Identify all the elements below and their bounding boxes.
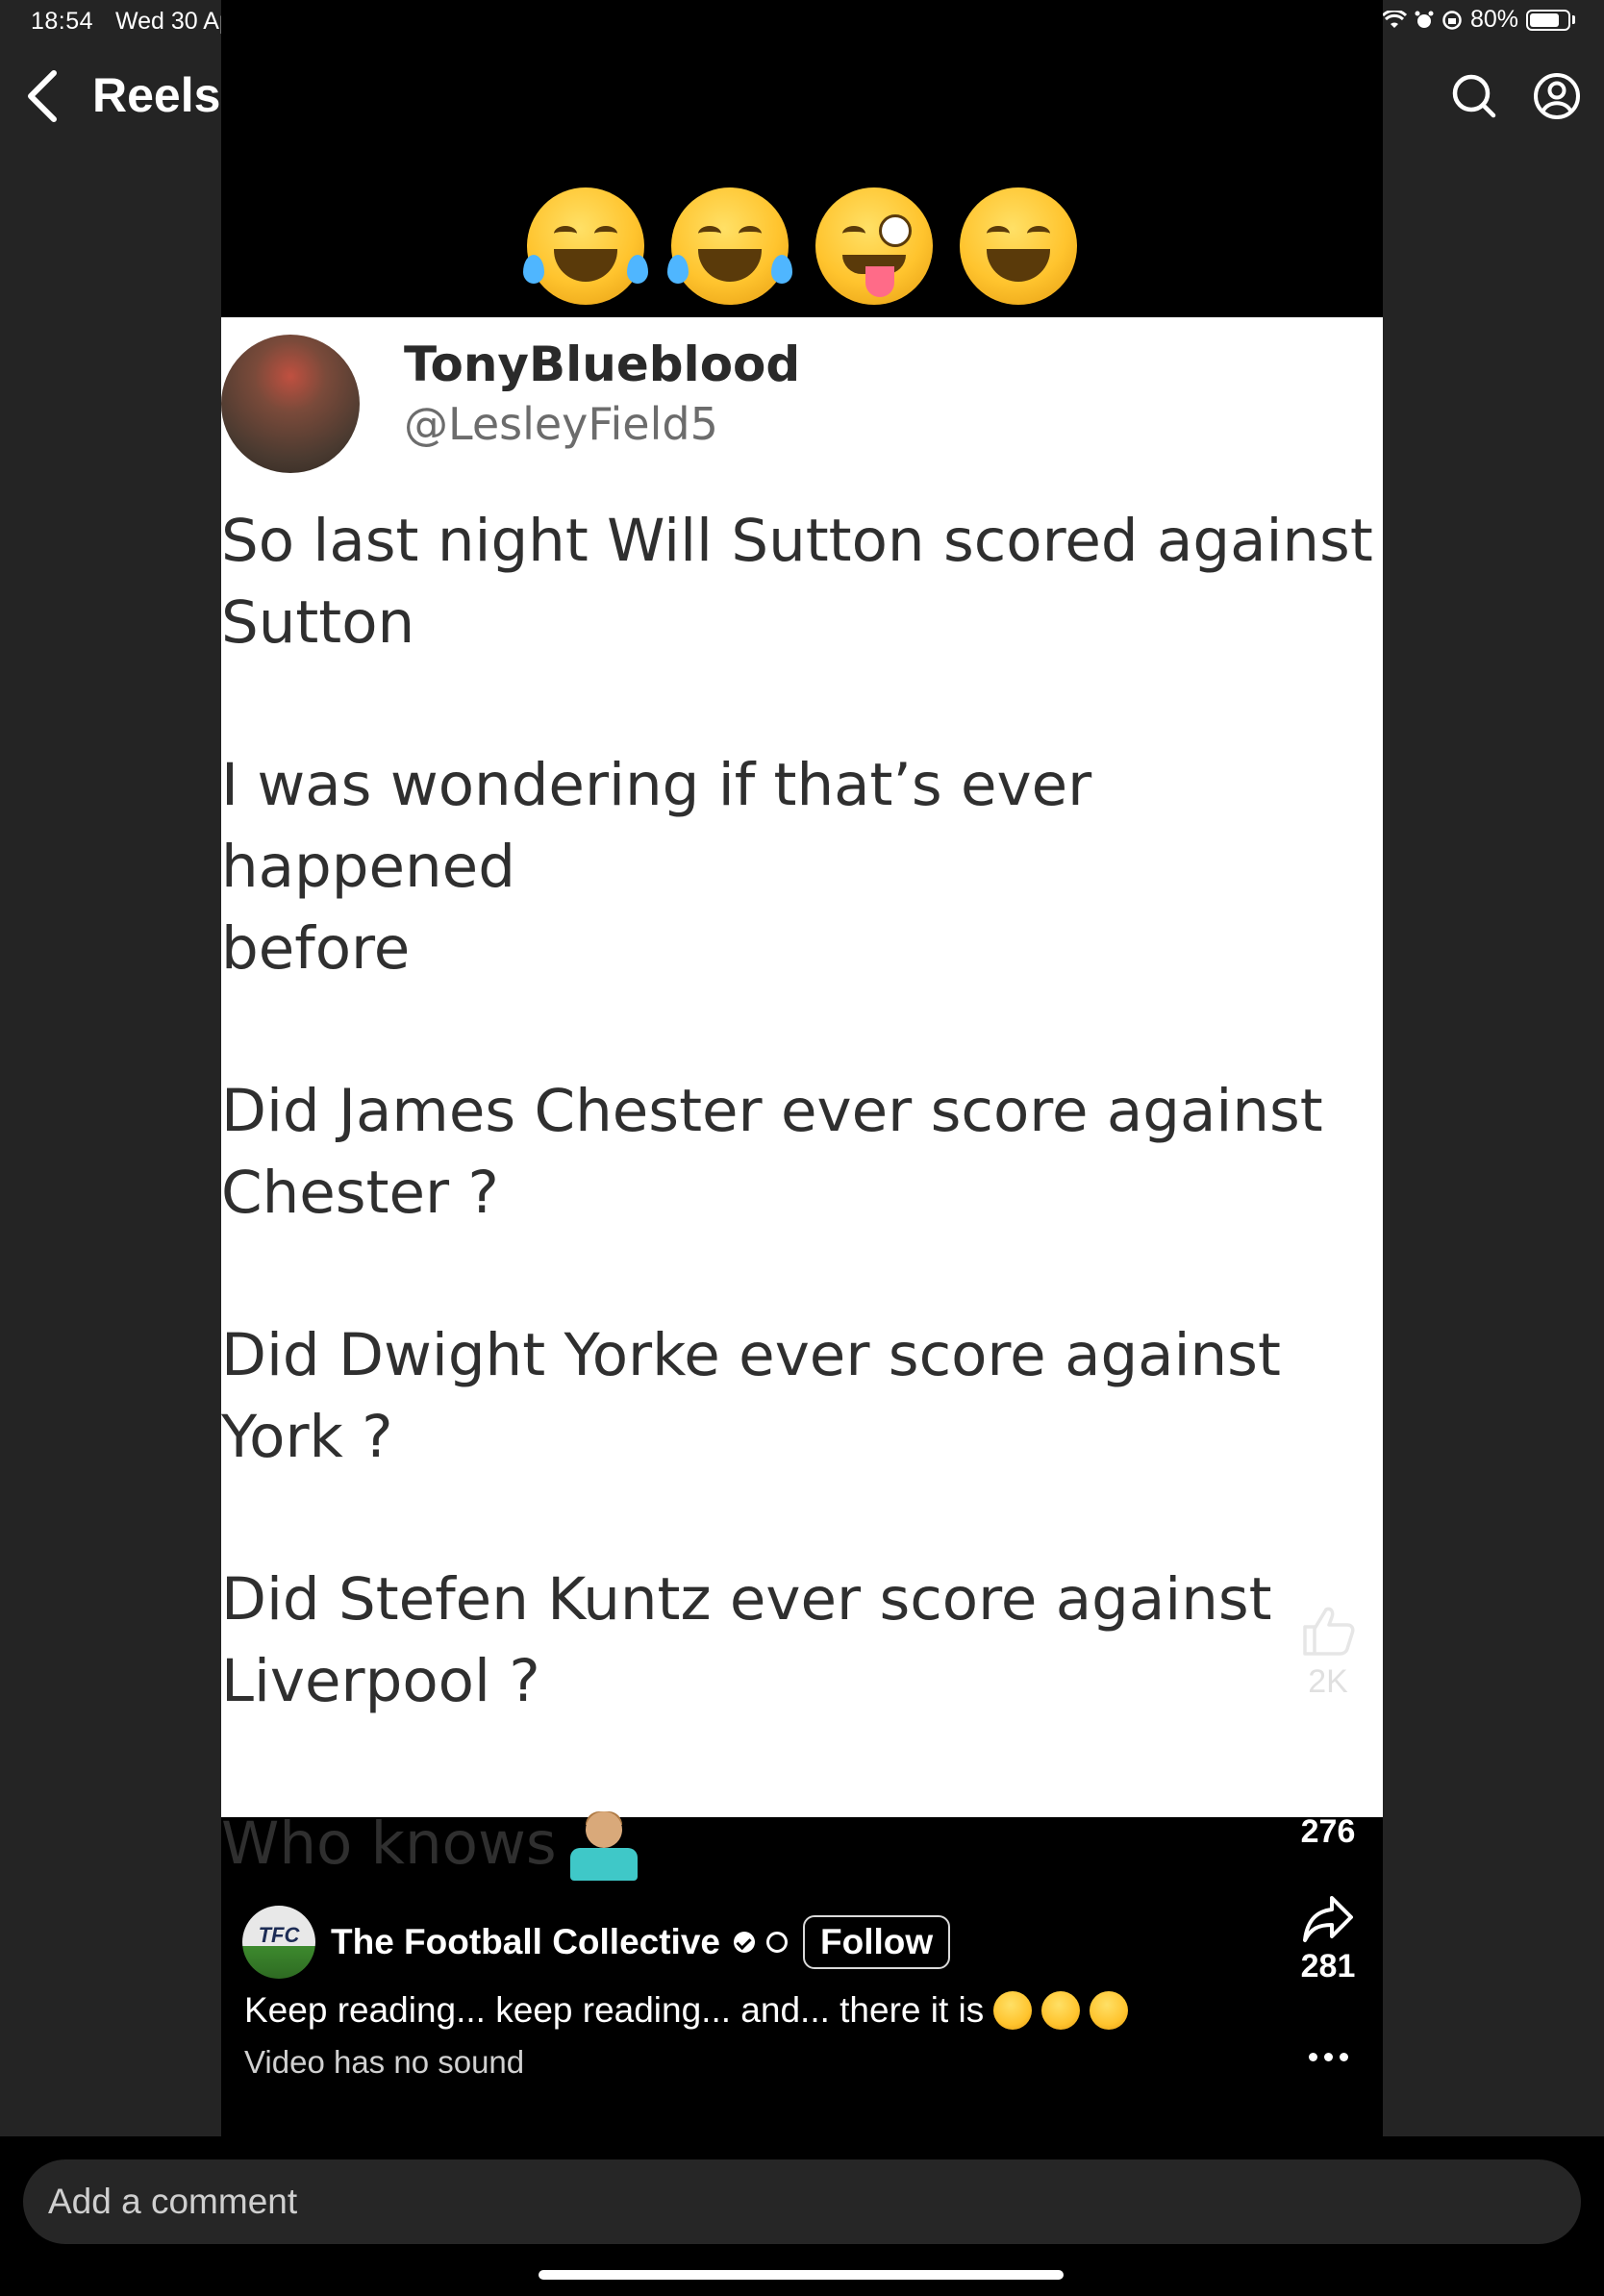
thumbs-up-icon[interactable] bbox=[1299, 1602, 1357, 1660]
post-screenshot: TonyBlueblood @LesleyField5 So last nigh… bbox=[221, 317, 1383, 1882]
follow-button[interactable]: Follow bbox=[803, 1915, 951, 1969]
status-indicators: 80% bbox=[1355, 6, 1575, 34]
share-action[interactable]: 281 bbox=[1287, 1894, 1369, 1985]
reel-author: TFC The Football Collective Follow bbox=[242, 1906, 951, 1979]
post-line: I was wondering if that’s ever happened … bbox=[221, 751, 1092, 983]
post-author-avatar bbox=[221, 335, 360, 473]
post-line-text: Who knows bbox=[221, 1809, 557, 1878]
squinting-laughing-emoji-icon bbox=[1090, 1991, 1129, 2030]
page-avatar-logo-text: TFC bbox=[258, 1923, 300, 1947]
more-options-icon[interactable] bbox=[1304, 2042, 1352, 2071]
page-avatar[interactable]: TFC bbox=[242, 1906, 315, 1979]
emoji-row bbox=[221, 187, 1383, 305]
rolling-laughing-emoji-icon bbox=[667, 187, 792, 305]
like-action[interactable]: 2K bbox=[1287, 1602, 1369, 1701]
post-line-last: Who knows bbox=[221, 1803, 1375, 1884]
home-indicator[interactable] bbox=[539, 2270, 1064, 2280]
page-title: Reels bbox=[92, 68, 221, 122]
post-line: So last night Will Sutton scored against… bbox=[221, 507, 1373, 657]
rotation-lock-icon bbox=[1442, 10, 1462, 30]
post-author-name: TonyBlueblood bbox=[404, 337, 801, 392]
post-line: Did Stefen Kuntz ever score against Live… bbox=[221, 1565, 1272, 1715]
alarm-icon bbox=[1415, 11, 1434, 28]
back-chevron-icon[interactable] bbox=[21, 67, 63, 125]
battery-percentage: 80% bbox=[1469, 6, 1518, 33]
battery-level-fill bbox=[1530, 12, 1559, 27]
status-time: 18:54 bbox=[31, 8, 94, 35]
post-line: Did James Chester ever score against Che… bbox=[221, 1077, 1323, 1227]
battery-icon bbox=[1526, 9, 1570, 31]
comment-action[interactable]: 276 bbox=[1287, 1752, 1369, 1851]
caption-text: Keep reading... keep reading... and... t… bbox=[244, 1990, 985, 2030]
winking-tongue-emoji-icon bbox=[815, 187, 933, 305]
reel-video[interactable]: TonyBlueblood @LesleyField5 So last nigh… bbox=[221, 0, 1383, 2136]
post-text: So last night Will Sutton scored against… bbox=[221, 500, 1375, 1884]
page-name[interactable]: The Football Collective bbox=[331, 1922, 720, 1962]
sound-note: Video has no sound bbox=[244, 2044, 525, 2080]
profile-icon[interactable] bbox=[1533, 72, 1581, 120]
verified-badge-icon bbox=[734, 1932, 755, 1953]
reel-caption[interactable]: Keep reading... keep reading... and... t… bbox=[244, 1990, 1129, 2031]
person-shrugging-emoji-icon bbox=[569, 1811, 638, 1883]
squinting-laughing-emoji-icon bbox=[960, 187, 1077, 305]
hand-over-mouth-emoji-icon bbox=[1041, 1991, 1081, 2030]
rolling-laughing-emoji-icon bbox=[993, 1991, 1033, 2030]
comment-count: 276 bbox=[1300, 1813, 1356, 1850]
rolling-laughing-emoji-icon bbox=[523, 187, 648, 305]
comment-bubble-icon[interactable] bbox=[1299, 1752, 1357, 1809]
post-line: Did Dwight Yorke ever score against York… bbox=[221, 1321, 1281, 1471]
public-globe-icon bbox=[766, 1932, 788, 1953]
like-count: 2K bbox=[1308, 1663, 1348, 1700]
battery-tip bbox=[1572, 15, 1575, 24]
search-icon[interactable] bbox=[1450, 72, 1496, 118]
wifi-icon bbox=[1381, 10, 1407, 28]
share-arrow-icon[interactable] bbox=[1301, 1894, 1355, 1944]
share-count: 281 bbox=[1300, 1948, 1356, 1984]
post-author-handle: @LesleyField5 bbox=[404, 398, 718, 450]
comment-input[interactable] bbox=[23, 2159, 1581, 2244]
